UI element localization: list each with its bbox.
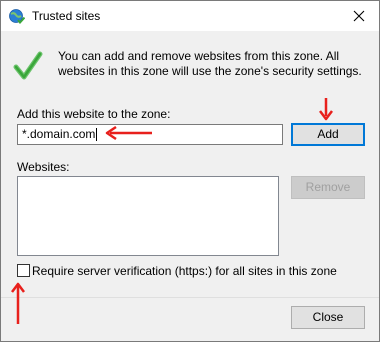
close-icon[interactable] xyxy=(347,5,371,27)
close-button[interactable]: Close xyxy=(291,306,365,329)
websites-label: Websites: xyxy=(17,160,70,174)
green-checkmark-icon xyxy=(13,51,43,80)
arrow-down-to-add-icon xyxy=(319,98,333,121)
arrow-up-to-checkbox-icon xyxy=(11,282,25,324)
title-bar: Trusted sites xyxy=(1,1,379,31)
add-button[interactable]: Add xyxy=(291,123,365,146)
websites-list[interactable] xyxy=(17,176,279,256)
add-website-label: Add this website to the zone: xyxy=(17,107,171,121)
zone-info-text: You can add and remove websites from thi… xyxy=(58,49,362,78)
trusted-sites-dialog: Trusted sites You can add and remove web… xyxy=(0,0,380,342)
https-verification-label: Require server verification (https:) for… xyxy=(32,264,337,278)
window-title: Trusted sites xyxy=(32,9,101,23)
footer-divider xyxy=(1,297,379,298)
https-verification-checkbox[interactable] xyxy=(17,264,30,277)
globe-check-icon xyxy=(9,9,25,24)
remove-button[interactable]: Remove xyxy=(291,176,365,199)
website-input-value: *.domain.com xyxy=(22,127,96,141)
text-caret xyxy=(96,128,98,142)
arrow-left-to-input-icon xyxy=(105,125,152,141)
